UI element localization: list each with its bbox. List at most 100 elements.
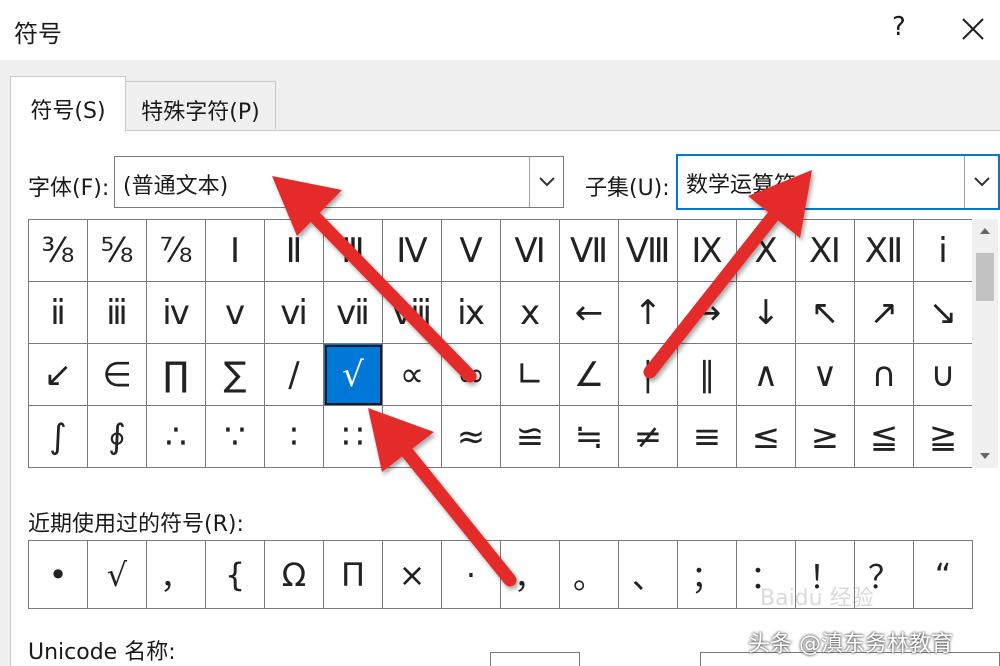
close-button[interactable] [950, 6, 996, 52]
symbol-cell[interactable]: ↙ [29, 344, 88, 406]
symbol-cell[interactable]: ∨ [796, 344, 855, 406]
symbol-cell[interactable]: ⅰ [914, 220, 973, 282]
symbol-cell[interactable]: Ⅻ [855, 220, 914, 282]
symbol-cell[interactable]: ⅷ [383, 282, 442, 344]
symbol-cell[interactable]: ∞ [442, 344, 501, 406]
symbol-cell[interactable]: ↖ [796, 282, 855, 344]
symbol-grid-scrollbar[interactable] [972, 219, 998, 468]
symbol-cell[interactable]: ∪ [914, 344, 973, 406]
symbol-cell[interactable]: ∶ [265, 406, 324, 468]
symbol-cell[interactable]: ≤ [737, 406, 796, 468]
recent-symbol-cell[interactable]: { [206, 541, 265, 609]
symbol-cell[interactable]: ∕ [265, 344, 324, 406]
symbol-cell[interactable]: ≥ [796, 406, 855, 468]
symbol-cell[interactable]: ∑ [206, 344, 265, 406]
symbol-cell[interactable]: ≧ [914, 406, 973, 468]
recent-symbol-cell[interactable]: 。 [560, 541, 619, 609]
subset-dropdown-button[interactable] [964, 156, 998, 208]
symbol-cell[interactable]: ↓ [737, 282, 796, 344]
symbol-cell[interactable]: ⅵ [265, 282, 324, 344]
recent-symbol-cell[interactable]: Π [324, 541, 383, 609]
recent-symbol-cell[interactable]: “ [914, 541, 973, 609]
symbol-cell[interactable]: ⅝ [88, 220, 147, 282]
recent-symbol-cell[interactable]: × [383, 541, 442, 609]
symbol-cell[interactable]: ⅸ [442, 282, 501, 344]
close-icon [962, 18, 984, 40]
symbol-cell[interactable]: Ⅰ [206, 220, 265, 282]
watermark-faint: Baidu 经验 [760, 586, 874, 611]
subset-select[interactable]: 数学运算符 [676, 154, 1000, 210]
symbol-cell[interactable]: ⅞ [147, 220, 206, 282]
character-code-field[interactable] [490, 652, 580, 666]
recent-symbol-cell[interactable]: ， [501, 541, 560, 609]
symbol-cell[interactable]: ∫ [29, 406, 88, 468]
symbol-cell[interactable]: ∽ [383, 406, 442, 468]
subset-value: 数学运算符 [686, 173, 797, 198]
recent-symbols-label: 近期使用过的符号(R): [28, 512, 244, 537]
symbol-cell[interactable]: ⅴ [206, 282, 265, 344]
symbol-cell[interactable]: ⅱ [29, 282, 88, 344]
symbol-cell[interactable]: ∥ [678, 344, 737, 406]
symbol-cell[interactable]: ∝ [383, 344, 442, 406]
symbol-cell[interactable]: ∧ [737, 344, 796, 406]
symbol-cell[interactable]: ← [560, 282, 619, 344]
tab-symbols[interactable]: 符号(S) [10, 76, 126, 132]
recent-symbol-cell[interactable]: 、 [619, 541, 678, 609]
symbol-cell[interactable]: Ⅴ [442, 220, 501, 282]
symbol-cell[interactable]: ↘ [914, 282, 973, 344]
symbol-cell[interactable]: ∟ [501, 344, 560, 406]
symbol-cell[interactable]: ∠ [560, 344, 619, 406]
symbol-cell[interactable]: Ⅸ [678, 220, 737, 282]
symbol-cell[interactable]: ≠ [619, 406, 678, 468]
symbol-cell[interactable]: ⅲ [88, 282, 147, 344]
recent-symbol-cell[interactable]: ， [147, 541, 206, 609]
symbol-cell[interactable]: ∩ [855, 344, 914, 406]
symbol-cell[interactable]: √ [324, 344, 383, 406]
recent-symbol-cell[interactable]: · [442, 541, 501, 609]
symbol-cell[interactable]: ≦ [855, 406, 914, 468]
symbol-cell[interactable]: ∈ [88, 344, 147, 406]
symbol-cell[interactable]: Ⅺ [796, 220, 855, 282]
symbol-cell[interactable]: Ⅵ [501, 220, 560, 282]
symbol-cell[interactable]: Ⅱ [265, 220, 324, 282]
symbol-cell[interactable]: ∮ [88, 406, 147, 468]
symbol-cell[interactable]: ∵ [206, 406, 265, 468]
symbol-cell[interactable]: ≒ [560, 406, 619, 468]
scroll-up-button[interactable] [972, 219, 998, 243]
chevron-up-icon [980, 228, 990, 234]
symbol-cell[interactable]: ≡ [678, 406, 737, 468]
font-value: (普通文本) [123, 174, 229, 199]
symbol-cell[interactable]: ⅹ [501, 282, 560, 344]
watermark-brand: 头条 @滇东务林教育 [748, 632, 953, 657]
scroll-thumb[interactable] [976, 253, 994, 301]
scroll-down-button[interactable] [972, 444, 998, 468]
help-button[interactable]: ? [892, 12, 906, 42]
symbol-cell[interactable]: ∴ [147, 406, 206, 468]
symbol-cell[interactable]: ∏ [147, 344, 206, 406]
symbol-cell[interactable]: ∣ [619, 344, 678, 406]
recent-symbol-cell[interactable]: • [29, 541, 88, 609]
chevron-down-icon [538, 177, 555, 187]
symbol-cell[interactable]: Ⅲ [324, 220, 383, 282]
font-select[interactable]: (普通文本) [114, 156, 564, 208]
symbol-cell[interactable]: → [678, 282, 737, 344]
symbol-cell[interactable]: ⅳ [147, 282, 206, 344]
symbol-cell[interactable]: Ⅷ [619, 220, 678, 282]
symbol-cell[interactable]: Ⅶ [560, 220, 619, 282]
symbol-grid: ⅜ ⅝ ⅞ Ⅰ Ⅱ Ⅲ Ⅳ Ⅴ Ⅵ Ⅶ Ⅷ Ⅸ Ⅹ Ⅺ Ⅻⅰ ⅱ ⅲ ⅳ ⅴ ⅵ ⅶ ⅷ ⅸ ⅹ ← ↑ → ↓ ↖ ↗ ↘ ↙ ∈ ∏ ∑ ∕ √ ∝ ∞… [28, 219, 973, 468]
symbol-cell[interactable]: Ⅹ [737, 220, 796, 282]
symbol-cell[interactable]: ≌ [501, 406, 560, 468]
recent-symbol-cell[interactable]: Ω [265, 541, 324, 609]
symbol-cell[interactable]: ↑ [619, 282, 678, 344]
symbol-cell[interactable]: ∷ [324, 406, 383, 468]
symbol-cell[interactable]: Ⅳ [383, 220, 442, 282]
recent-symbol-cell[interactable]: √ [88, 541, 147, 609]
symbol-cell[interactable]: ↗ [855, 282, 914, 344]
tab-special-characters[interactable]: 特殊字符(P) [126, 81, 276, 129]
recent-symbol-cell[interactable]: ； [678, 541, 737, 609]
symbol-cell[interactable]: ≈ [442, 406, 501, 468]
symbol-cell[interactable]: ⅶ [324, 282, 383, 344]
chevron-down-icon [980, 453, 990, 459]
font-dropdown-button[interactable] [529, 157, 563, 207]
symbol-cell[interactable]: ⅜ [29, 220, 88, 282]
